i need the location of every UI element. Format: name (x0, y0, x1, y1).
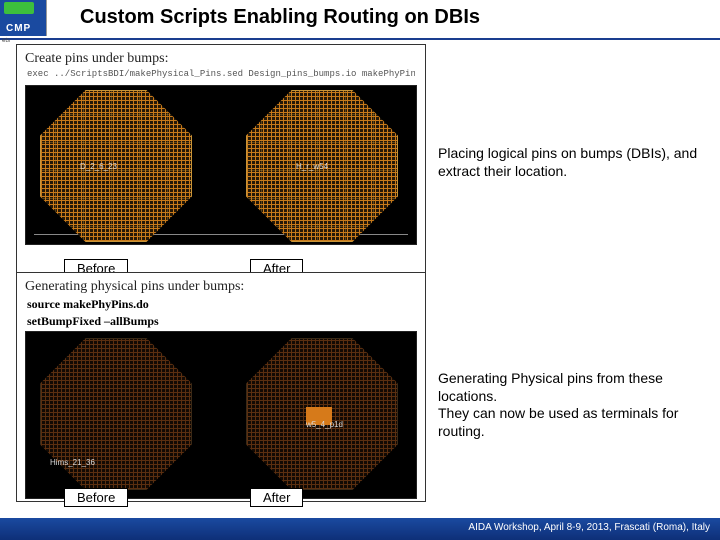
caption-bottom: Generating Physical pins from these loca… (438, 370, 706, 440)
pin-label-right: H_r_w54 (296, 162, 328, 171)
logo-text: CMP (6, 23, 31, 34)
pin-label-b-left: Hims_21_36 (50, 458, 95, 467)
bump-before: D_2_6_23 (40, 90, 190, 240)
panel-bottom-heading: Generating physical pins under bumps: (25, 279, 417, 295)
footer: AIDA Workshop, April 8-9, 2013, Frascati… (0, 518, 720, 540)
slide-title: Custom Scripts Enabling Routing on DBIs (80, 6, 480, 29)
caption-top: Placing logical pins on bumps (DBIs), an… (438, 145, 706, 180)
logo: CMP (0, 0, 47, 36)
label-after-bottom: After (250, 488, 303, 507)
panel-bottom-command1: source makePhyPins.do (27, 297, 415, 312)
bump-after: H_r_w54 (246, 90, 396, 240)
header: CMP Custom Scripts Enabling Routing on D… (0, 0, 720, 40)
layout-viewer-bottom: Hims_21_36 w5_4_p1d (25, 331, 417, 499)
panel-generate-pins: Generating physical pins under bumps: so… (16, 272, 426, 502)
slide: CMP Custom Scripts Enabling Routing on D… (0, 0, 720, 540)
panel-top-heading: Create pins under bumps: (25, 51, 417, 67)
chip-shape (40, 338, 192, 490)
label-before-bottom: Before (64, 488, 128, 507)
panel-bottom-command2: setBumpFixed –allBumps (27, 314, 415, 329)
pin-label-b-right: w5_4_p1d (306, 420, 343, 429)
side-small-text: ets (2, 38, 10, 44)
chip-before: Hims_21_36 (40, 338, 190, 488)
logo-graphic (4, 2, 34, 14)
layout-viewer-top: D_2_6_23 H_r_w54 (25, 85, 417, 245)
panel-create-pins: Create pins under bumps: exec ../Scripts… (16, 44, 426, 274)
pin-label-left: D_2_6_23 (80, 162, 117, 171)
panel-top-command: exec ../ScriptsBDI/makePhysical_Pins.sed… (27, 69, 415, 79)
footer-text: AIDA Workshop, April 8-9, 2013, Frascati… (468, 522, 710, 533)
chip-after: w5_4_p1d (246, 338, 396, 488)
